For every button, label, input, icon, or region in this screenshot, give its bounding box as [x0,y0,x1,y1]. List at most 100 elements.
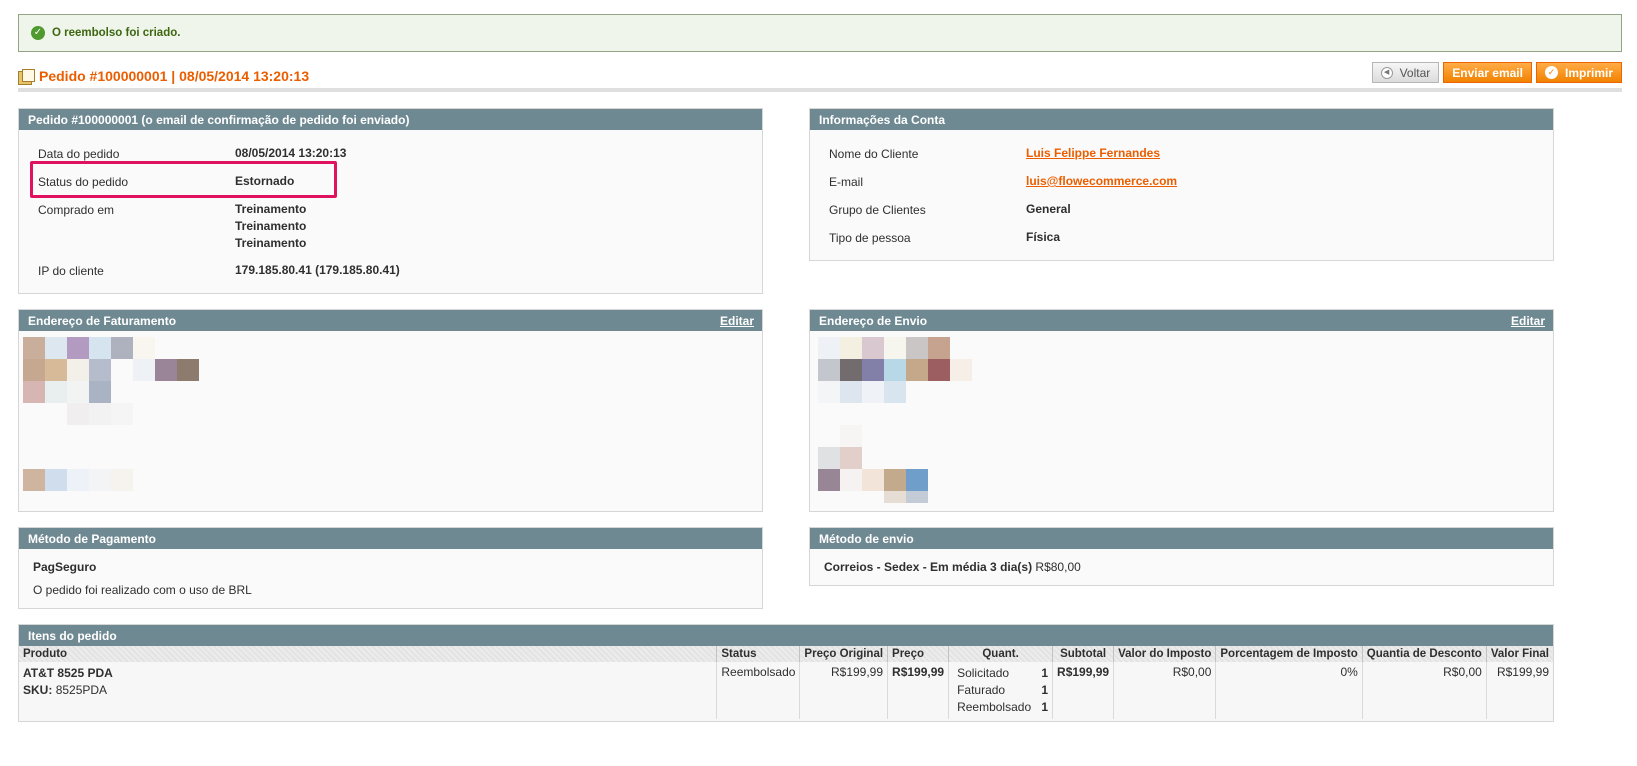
person-type-label: Tipo de pessoa [829,231,911,245]
order-info-box: Pedido #100000001 (o email de confirmaçã… [18,108,763,294]
tax-percent-cell: 0% [1215,662,1363,719]
payment-method-name: PagSeguro [33,560,97,574]
qty-ordered-label: Solicitado [957,666,1010,680]
email-link[interactable]: luis@flowecommerce.com [1026,174,1177,188]
payment-method-title: Método de Pagamento [28,531,157,546]
back-button-label: Voltar [1399,65,1431,80]
subtotal-cell: R$199,99 [1052,662,1115,719]
column-header-tax-percent: Porcentagem de Imposto [1215,646,1363,662]
order-date-label: Data do pedido [38,147,120,161]
account-info-body: Nome do Cliente Luis Felippe Fernandes E… [810,130,1553,261]
payment-currency-note: O pedido foi realizado com o uso de BRL [33,583,252,597]
row-total-cell: R$199,99 [1496,665,1549,679]
page-header: Pedido #100000001 | 08/05/2014 13:20:13 … [18,62,1622,92]
purchased-from-label: Comprado em [38,203,115,217]
success-message: ✓ O reembolso foi criado. [18,14,1622,52]
customer-group-label: Grupo de Clientes [829,203,926,217]
items-table-header-row: Produto Status Preço Original Preço Quan… [19,646,1553,662]
person-type-value: Física [1026,230,1061,244]
column-header-discount: Quantia de Desconto [1362,646,1487,662]
column-header-subtotal: Subtotal [1052,646,1115,662]
shipping-address-redacted [818,337,978,507]
sku-label: SKU: [23,683,53,697]
sku-value: 8525PDA [55,683,108,697]
qty-invoiced: Faturado 1 [957,682,1048,699]
column-header-qty: Quant. [948,646,1054,662]
order-status-value: Estornado [235,174,295,188]
order-document-icon [18,69,35,85]
purchased-from-store: Treinamento [235,219,307,233]
order-status-label: Status do pedido [38,175,129,189]
send-email-button[interactable]: Enviar email [1443,62,1532,83]
shipping-address-box: Endereço de Envio Editar [809,309,1554,512]
order-info-title: Pedido #100000001 (o email de confirmaçã… [28,112,410,127]
shipping-address-header: Endereço de Envio Editar [810,310,1553,331]
product-cell: AT&T 8525 PDA SKU: 8525PDA [19,662,718,719]
email-label: E-mail [829,175,864,189]
column-header-row-total: Valor Final [1486,646,1553,662]
status-cell: Reembolsado [716,662,801,719]
original-price-cell: R$199,99 [799,662,889,719]
qty-invoiced-value: 1 [1041,683,1049,697]
column-header-status: Status [716,646,801,662]
qty-refunded-value: 1 [1041,700,1049,714]
items-ordered-header: Itens do pedido [19,625,1553,646]
billing-address-title: Endereço de Faturamento [28,313,177,328]
discount-cell: R$0,00 [1362,662,1487,719]
items-table: Produto Status Preço Original Preço Quan… [19,646,1553,719]
payment-method-body: PagSeguro O pedido foi realizado com o u… [19,549,762,609]
shipping-method-price: R$80,00 [1035,560,1081,574]
shipping-method-header: Método de envio [810,528,1553,549]
shipping-edit-link[interactable]: Editar [1511,314,1553,328]
account-info-header: Informações da Conta [810,109,1553,130]
items-ordered-box: Itens do pedido Produto Status Preço Ori… [18,624,1554,722]
order-date-value: 08/05/2014 13:20:13 [235,146,347,160]
billing-address-body [19,331,762,512]
shipping-method-name: Correios - Sedex - Em média 3 dia(s) [824,560,1033,574]
payment-method-header: Método de Pagamento [19,528,762,549]
purchased-from-website: Treinamento [235,202,307,216]
customer-ip-value: 179.185.80.41 (179.185.80.41) [235,263,400,277]
print-check-icon: ✓ [1544,66,1558,79]
payment-method-box: Método de Pagamento PagSeguro O pedido f… [18,527,763,609]
customer-name-label: Nome do Cliente [829,147,919,161]
billing-address-header: Endereço de Faturamento Editar [19,310,762,331]
shipping-method-body: Correios - Sedex - Em média 3 dia(s) R$8… [810,549,1553,586]
back-button[interactable]: ◀ Voltar [1371,62,1440,83]
column-header-price: Preço [887,646,950,662]
qty-invoiced-label: Faturado [957,683,1006,697]
shipping-method-line: Correios - Sedex - Em média 3 dia(s) R$8… [824,560,1081,574]
price-cell: R$199,99 [887,662,950,719]
qty-ordered: Solicitado 1 [957,665,1048,682]
checkmark-icon: ✓ [31,26,45,40]
shipping-address-title: Endereço de Envio [819,313,928,328]
account-info-box: Informações da Conta Nome do Cliente Lui… [809,108,1554,261]
print-button[interactable]: ✓ Imprimir [1535,62,1622,83]
column-header-product: Produto [19,646,718,662]
page-title-text: Pedido #100000001 | 08/05/2014 13:20:13 [39,68,310,84]
qty-refunded-label: Reembolsado [957,700,1032,714]
column-header-tax-amount: Valor do Imposto [1113,646,1217,662]
billing-address-redacted [23,337,203,497]
table-row: AT&T 8525 PDA SKU: 8525PDA Reembolsado R… [19,662,1553,719]
customer-ip-label: IP do cliente [38,264,104,278]
order-info-header: Pedido #100000001 (o email de confirmaçã… [19,109,762,130]
product-name: AT&T 8525 PDA [23,666,113,680]
back-arrow-icon: ◀ [1380,66,1393,79]
tax-amount-cell: R$0,00 [1113,662,1217,719]
customer-group-value: General [1026,202,1071,216]
account-info-title: Informações da Conta [819,112,946,127]
billing-edit-link[interactable]: Editar [720,314,762,328]
page-title: Pedido #100000001 | 08/05/2014 13:20:13 [18,68,310,85]
product-sku: SKU: 8525PDA [23,682,712,699]
items-ordered-title: Itens do pedido [28,628,117,643]
customer-name-link[interactable]: Luis Felippe Fernandes [1026,146,1160,160]
shipping-method-box: Método de envio Correios - Sedex - Em mé… [809,527,1554,586]
order-info-body: Data do pedido 08/05/2014 13:20:13 Statu… [19,130,762,294]
success-message-text: O reembolso foi criado. [52,27,181,39]
shipping-method-title: Método de envio [819,531,914,546]
qty-cell: Solicitado 1 Faturado 1 Reembolsado 1 [948,662,1054,719]
shipping-address-body [810,331,1553,512]
send-email-button-label: Enviar email [1452,65,1523,80]
qty-ordered-value: 1 [1041,666,1049,680]
